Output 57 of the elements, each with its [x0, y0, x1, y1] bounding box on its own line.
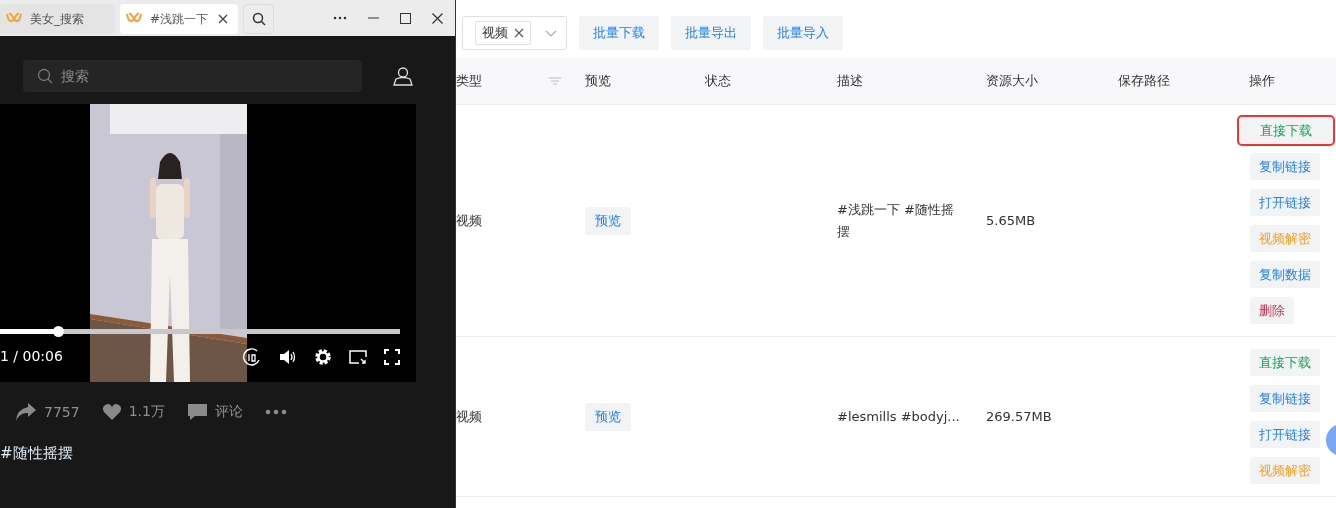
- toolbar-button[interactable]: 批量导出: [671, 16, 751, 50]
- table-cell: 5.65MB: [986, 213, 1036, 228]
- column-header: 类型: [456, 72, 482, 90]
- close-icon[interactable]: [218, 14, 228, 24]
- heart-icon[interactable]: [101, 403, 122, 421]
- action-button[interactable]: 复制链接: [1250, 153, 1320, 180]
- action-button[interactable]: 复制链接: [1250, 385, 1320, 412]
- stat-label: 7757: [44, 404, 80, 420]
- table-cell: 269.57MB: [986, 409, 1052, 424]
- volume-icon[interactable]: [279, 349, 297, 365]
- progress-handle[interactable]: [53, 326, 64, 337]
- comment-icon[interactable]: [186, 403, 208, 421]
- close-icon[interactable]: [432, 12, 443, 24]
- search-icon: [251, 12, 266, 26]
- column-header: 预览: [585, 72, 611, 90]
- toolbar-button[interactable]: 批量下载: [579, 16, 659, 50]
- action-button[interactable]: 打开链接: [1250, 421, 1320, 448]
- action-button[interactable]: 视频解密: [1250, 225, 1320, 252]
- more-icon[interactable]: [333, 16, 347, 20]
- browser-tab[interactable]: #浅跳一下: [120, 4, 238, 34]
- table-cell: 视频: [456, 407, 482, 426]
- share-icon[interactable]: [15, 402, 37, 422]
- table-cell-text: #浅跳一下 #随性摇摆: [837, 200, 955, 241]
- maximize-icon[interactable]: [400, 12, 411, 24]
- search-button[interactable]: [243, 4, 274, 34]
- table-cell: 视频: [456, 211, 482, 230]
- stat-label: 1.1万: [128, 403, 165, 421]
- video-caption: #随性摇摆: [0, 443, 74, 463]
- action-button[interactable]: 视频解密: [1250, 457, 1320, 484]
- picture-in-picture-icon[interactable]: [349, 350, 367, 364]
- fullscreen-icon[interactable]: [384, 349, 400, 365]
- column-header: 状态: [705, 72, 731, 90]
- column-header: 资源大小: [986, 72, 1038, 90]
- user-icon[interactable]: [393, 66, 413, 86]
- action-button[interactable]: 直接下载: [1250, 349, 1320, 376]
- column-header: 操作: [1249, 72, 1275, 90]
- column-header: 保存路径: [1118, 72, 1170, 90]
- action-button[interactable]: 删除: [1250, 297, 1294, 324]
- stat-label: 评论: [214, 403, 243, 421]
- action-button[interactable]: 直接下载: [1239, 117, 1333, 144]
- preview-button[interactable]: 预览: [585, 206, 631, 235]
- action-button[interactable]: 打开链接: [1250, 189, 1320, 216]
- preview-button[interactable]: 预览: [585, 402, 631, 431]
- browser-tab[interactable]: 美女_搜索: [0, 4, 115, 34]
- time-display: 1 / 00:06: [0, 348, 63, 364]
- speed-icon[interactable]: [242, 347, 262, 367]
- chevron-down-icon: [545, 29, 557, 37]
- search-field[interactable]: 搜索: [23, 60, 362, 92]
- filter-tag: 视频: [475, 21, 531, 45]
- close-icon[interactable]: [514, 28, 524, 38]
- toolbar-button[interactable]: 批量导入: [763, 16, 843, 50]
- column-header: 描述: [837, 72, 863, 90]
- table-cell-text: #lesmills #bodyj...: [837, 407, 960, 426]
- type-select[interactable]: 视频: [462, 16, 567, 50]
- settings-icon[interactable]: [314, 348, 332, 366]
- more-icon[interactable]: [264, 409, 287, 415]
- action-button[interactable]: 复制数据: [1250, 261, 1320, 288]
